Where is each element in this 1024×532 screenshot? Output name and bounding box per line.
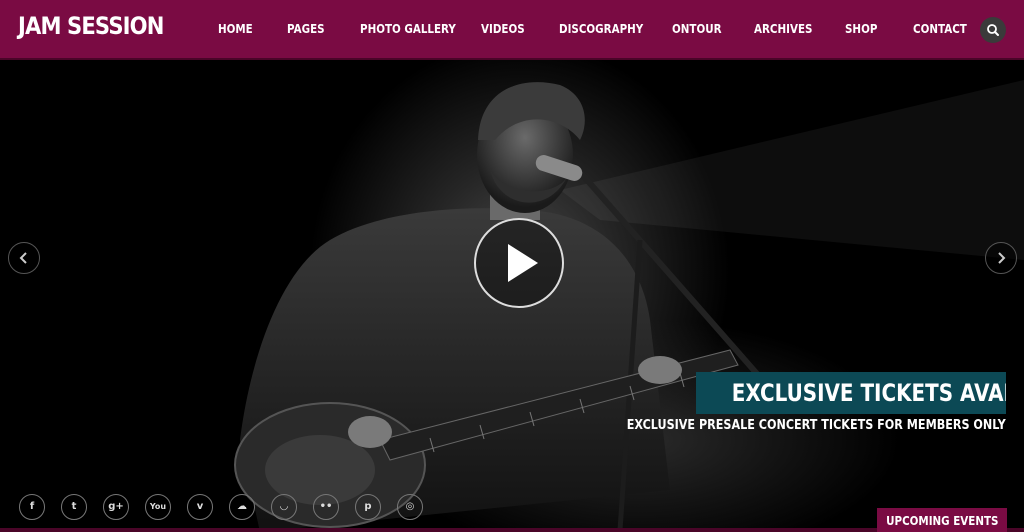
slider-next-button[interactable]	[985, 242, 1017, 274]
chevron-right-icon	[998, 252, 1006, 264]
search-icon	[987, 24, 999, 36]
hero-slider: EXCLUSIVE TICKETS AVAILABLE EXCLUSIVE PR…	[0, 60, 1024, 532]
google-plus-icon[interactable]: g+	[103, 494, 129, 520]
bottom-divider	[0, 528, 1024, 532]
search-button[interactable]	[980, 17, 1006, 43]
lastfm-icon[interactable]: ◡	[271, 494, 297, 520]
site-logo[interactable]: JAM SESSION	[18, 12, 164, 40]
pinterest-icon[interactable]: p	[355, 494, 381, 520]
play-icon	[508, 244, 538, 282]
facebook-icon[interactable]: f	[19, 494, 45, 520]
nav-item-videos[interactable]: VIDEOS	[481, 22, 525, 36]
chevron-left-icon	[19, 252, 27, 264]
twitter-icon[interactable]: t	[61, 494, 87, 520]
nav-item-ontour[interactable]: ONTOUR	[672, 22, 722, 36]
flickr-icon[interactable]: ••	[313, 494, 339, 520]
play-video-button[interactable]	[474, 218, 564, 308]
nav-item-contact[interactable]: CONTACT	[913, 22, 967, 36]
slider-prev-button[interactable]	[8, 242, 40, 274]
nav-item-discography[interactable]: DISCOGRAPHY	[559, 22, 643, 36]
site-header: JAM SESSION HOME PAGES PHOTO GALLERY VID…	[0, 0, 1024, 60]
vimeo-icon[interactable]: v	[187, 494, 213, 520]
upcoming-events-tab[interactable]: UPCOMING EVENTS	[877, 508, 1007, 532]
youtube-icon[interactable]: You	[145, 494, 171, 520]
hero-title: EXCLUSIVE TICKETS AVAILABLE	[696, 372, 1006, 414]
hero-subtitle: EXCLUSIVE PRESALE CONCERT TICKETS FOR ME…	[626, 418, 1006, 433]
nav-item-archives[interactable]: ARCHIVES	[754, 22, 812, 36]
nav-item-pages[interactable]: PAGES	[287, 22, 325, 36]
nav-item-shop[interactable]: SHOP	[845, 22, 877, 36]
soundcloud-icon[interactable]: ☁	[229, 494, 255, 520]
nav-item-photo-gallery[interactable]: PHOTO GALLERY	[360, 22, 456, 36]
instagram-icon[interactable]: ◎	[397, 494, 423, 520]
nav-item-home[interactable]: HOME	[218, 22, 253, 36]
